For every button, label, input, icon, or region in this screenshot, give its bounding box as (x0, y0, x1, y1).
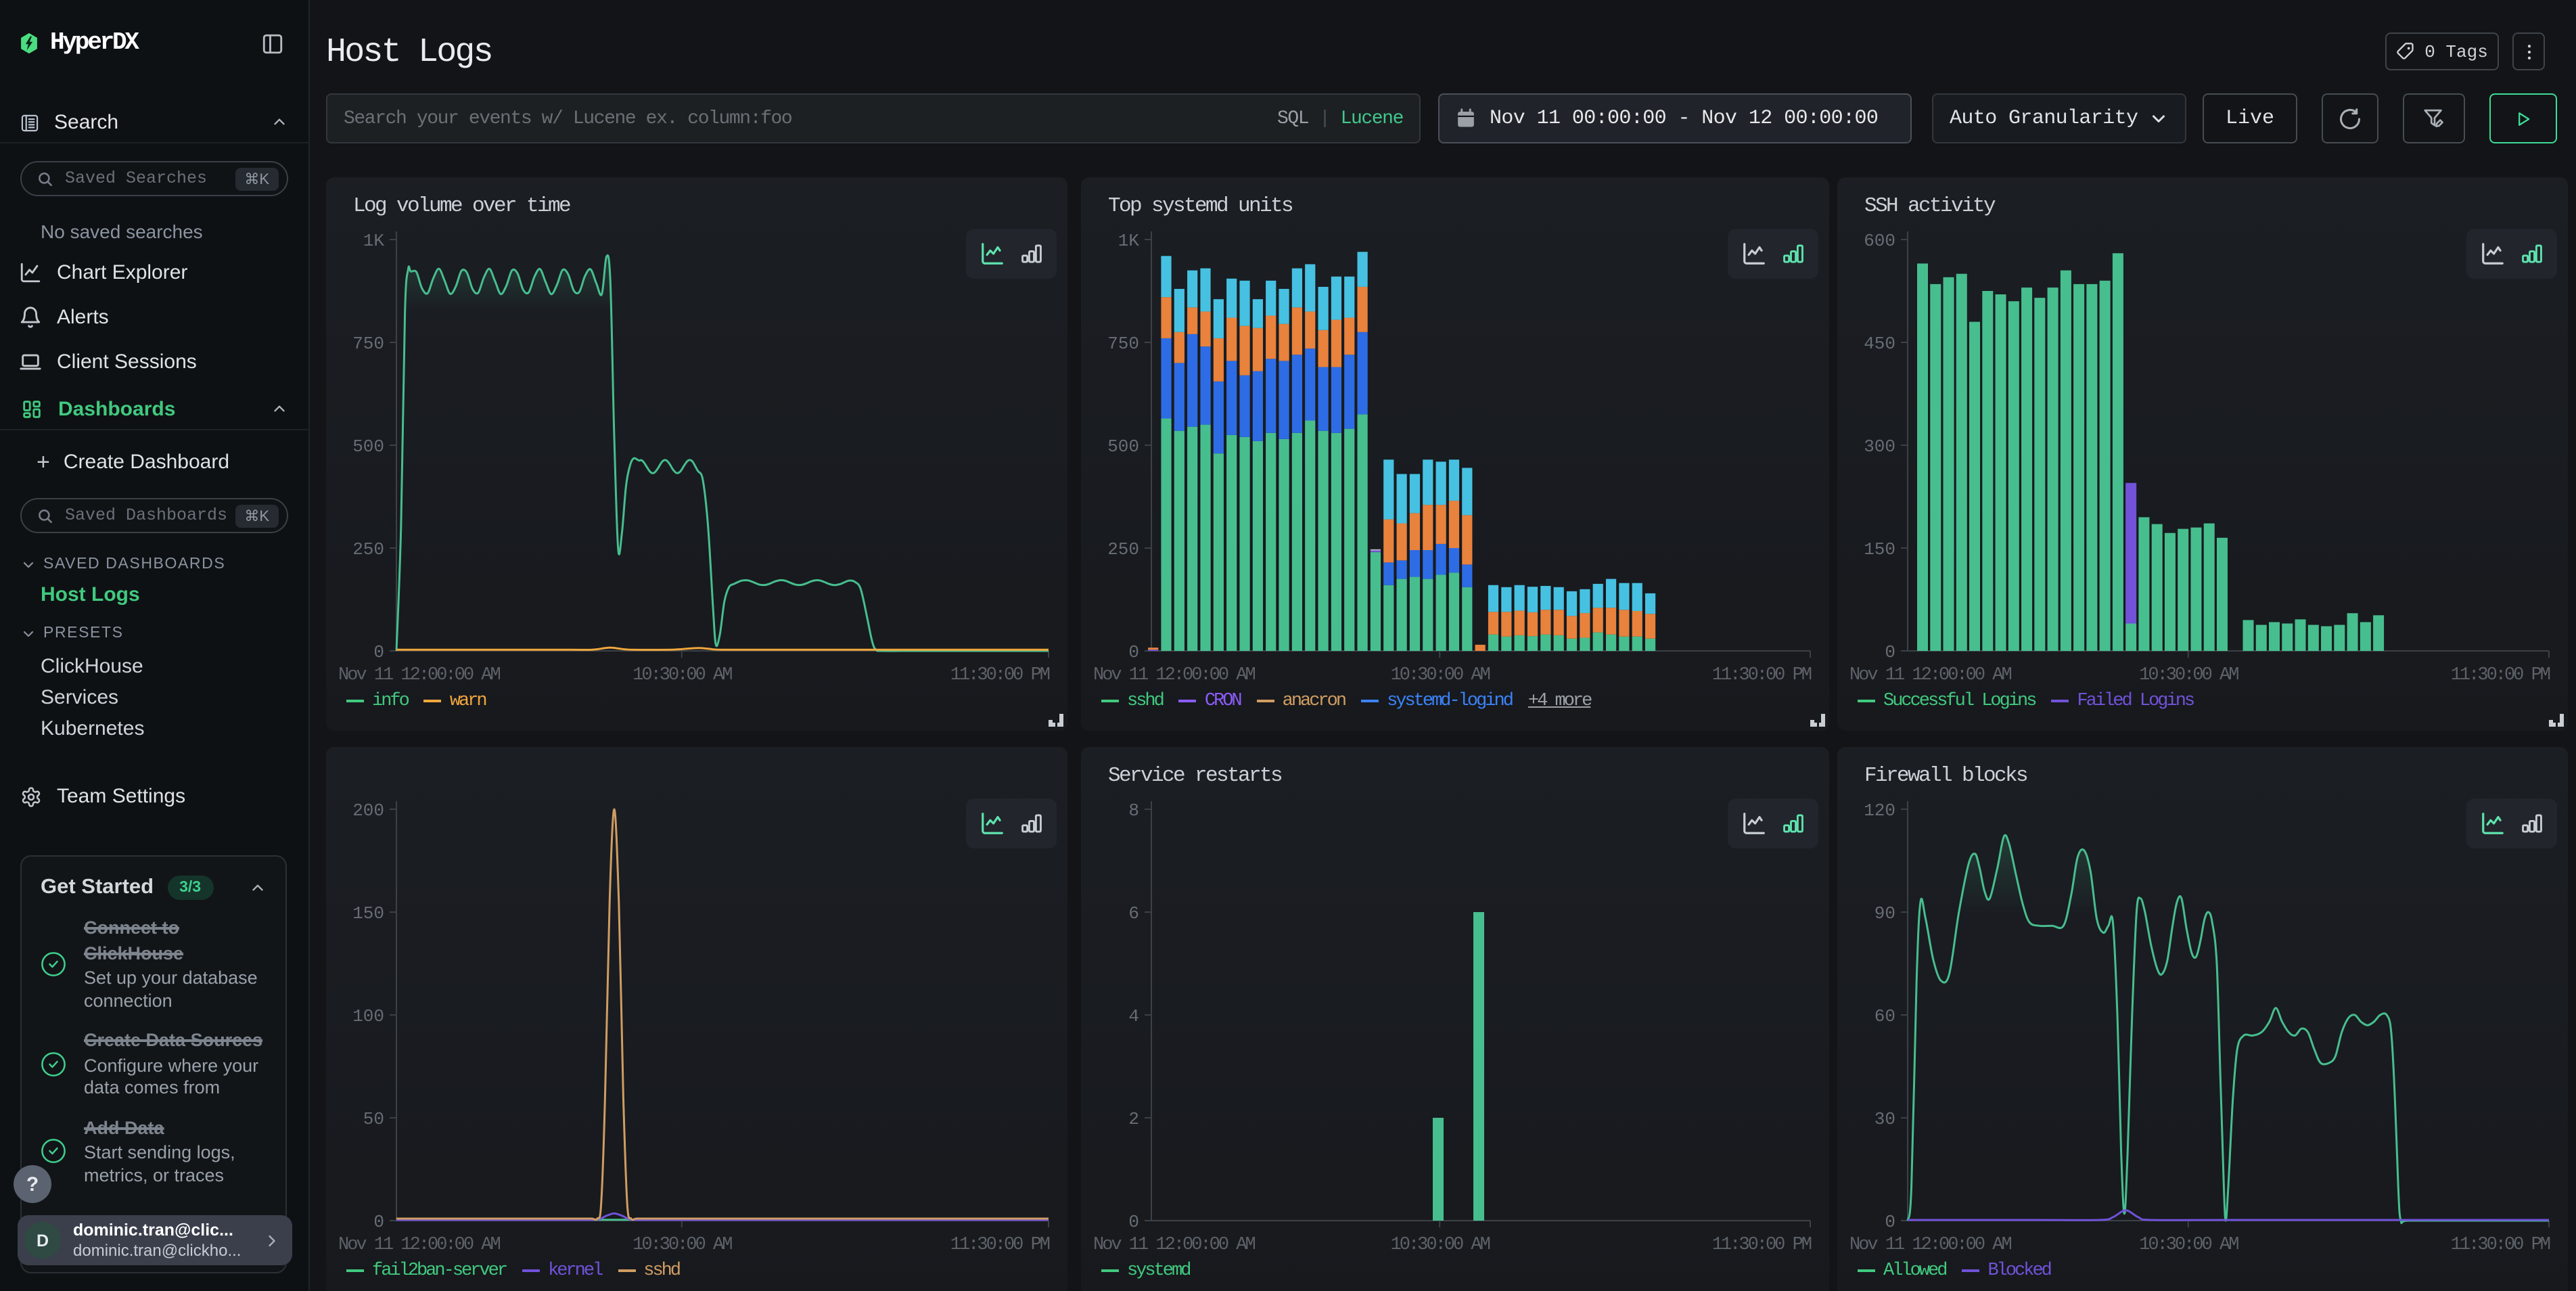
svg-text:0: 0 (1885, 1211, 1895, 1231)
svg-text:1K: 1K (363, 230, 385, 250)
svg-text:30: 30 (1874, 1108, 1895, 1129)
svg-text:11:30:00 PM: 11:30:00 PM (950, 664, 1050, 685)
svg-text:10:30:00 AM: 10:30:00 AM (2139, 664, 2238, 685)
svg-text:Nov 11 12:00:00 AM: Nov 11 12:00:00 AM (1849, 664, 2011, 685)
svg-text:500: 500 (352, 436, 384, 456)
svg-text:90: 90 (1874, 903, 1895, 923)
svg-text:300: 300 (1864, 436, 1895, 456)
svg-text:Nov 11 12:00:00 AM: Nov 11 12:00:00 AM (1093, 1234, 1255, 1254)
svg-text:4: 4 (1128, 1005, 1139, 1026)
svg-text:11:30:00 PM: 11:30:00 PM (2451, 664, 2550, 685)
svg-text:Nov 11 12:00:00 AM: Nov 11 12:00:00 AM (338, 1234, 500, 1254)
svg-text:10:30:00 AM: 10:30:00 AM (1391, 664, 1490, 685)
svg-text:11:30:00 PM: 11:30:00 PM (2451, 1234, 2550, 1254)
svg-text:50: 50 (363, 1108, 384, 1129)
svg-text:0: 0 (1128, 641, 1139, 662)
svg-text:11:30:00 PM: 11:30:00 PM (1712, 1234, 1812, 1254)
svg-text:150: 150 (352, 903, 384, 923)
svg-text:2: 2 (1128, 1108, 1139, 1129)
svg-text:0: 0 (1885, 641, 1895, 662)
svg-text:10:30:00 AM: 10:30:00 AM (632, 1234, 732, 1254)
svg-text:0: 0 (1128, 1211, 1139, 1231)
svg-text:1K: 1K (1118, 230, 1140, 250)
svg-text:10:30:00 AM: 10:30:00 AM (2139, 1234, 2238, 1254)
svg-text:120: 120 (1864, 800, 1895, 820)
svg-text:11:30:00 PM: 11:30:00 PM (950, 1234, 1050, 1254)
svg-text:11:30:00 PM: 11:30:00 PM (1712, 664, 1812, 685)
svg-text:0: 0 (373, 641, 384, 662)
svg-text:10:30:00 AM: 10:30:00 AM (632, 664, 732, 685)
svg-text:600: 600 (1864, 230, 1895, 250)
svg-text:0: 0 (373, 1211, 384, 1231)
svg-text:200: 200 (352, 800, 384, 820)
svg-text:8: 8 (1128, 800, 1139, 820)
svg-text:500: 500 (1107, 436, 1139, 456)
svg-text:Nov 11 12:00:00 AM: Nov 11 12:00:00 AM (1093, 664, 1255, 685)
svg-text:450: 450 (1864, 333, 1895, 353)
svg-text:250: 250 (352, 539, 384, 559)
svg-text:60: 60 (1874, 1005, 1895, 1026)
svg-text:750: 750 (352, 333, 384, 353)
svg-text:10:30:00 AM: 10:30:00 AM (1391, 1234, 1490, 1254)
svg-text:250: 250 (1107, 539, 1139, 559)
svg-text:150: 150 (1864, 539, 1895, 559)
svg-text:Nov 11 12:00:00 AM: Nov 11 12:00:00 AM (1849, 1234, 2011, 1254)
svg-text:Nov 11 12:00:00 AM: Nov 11 12:00:00 AM (338, 664, 500, 685)
svg-text:100: 100 (352, 1005, 384, 1026)
svg-text:750: 750 (1107, 333, 1139, 353)
svg-text:6: 6 (1128, 903, 1139, 923)
